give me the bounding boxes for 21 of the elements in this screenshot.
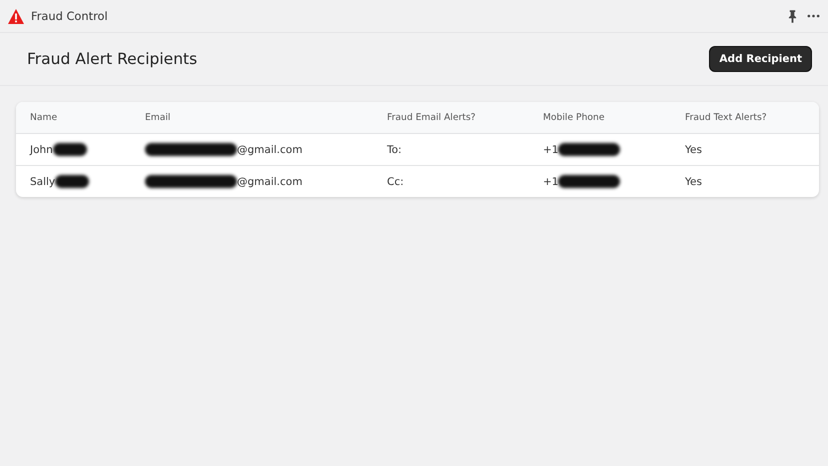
table-cell-text: Sally (30, 176, 56, 188)
table-cell-text: To: (387, 144, 402, 156)
column-header: Name (30, 112, 58, 123)
warning-icon (8, 8, 24, 24)
table-cell-text: +1 (543, 176, 558, 188)
table-cell-text: @gmail.com (237, 176, 302, 188)
page-title: Fraud Alert Recipients (27, 50, 198, 68)
more-icon[interactable] (807, 14, 820, 18)
add-recipient-button[interactable]: Add Recipient (709, 46, 812, 72)
pin-icon[interactable] (788, 10, 797, 22)
column-header: Fraud Email Alerts? (387, 112, 477, 123)
table-cell-text: Yes (685, 144, 702, 156)
table-cell-text: John (30, 144, 53, 156)
column-header: Fraud Text Alerts? (685, 112, 768, 123)
table-cell-text: @gmail.com (237, 144, 302, 156)
column-header: Mobile Phone (543, 112, 606, 123)
table-cell-text: Yes (685, 176, 702, 188)
table-cell-text: Cc: (387, 176, 404, 188)
window-title: Fraud Control (31, 9, 108, 23)
table-cell-text: +1 (543, 144, 558, 156)
column-header: Email (145, 112, 172, 123)
